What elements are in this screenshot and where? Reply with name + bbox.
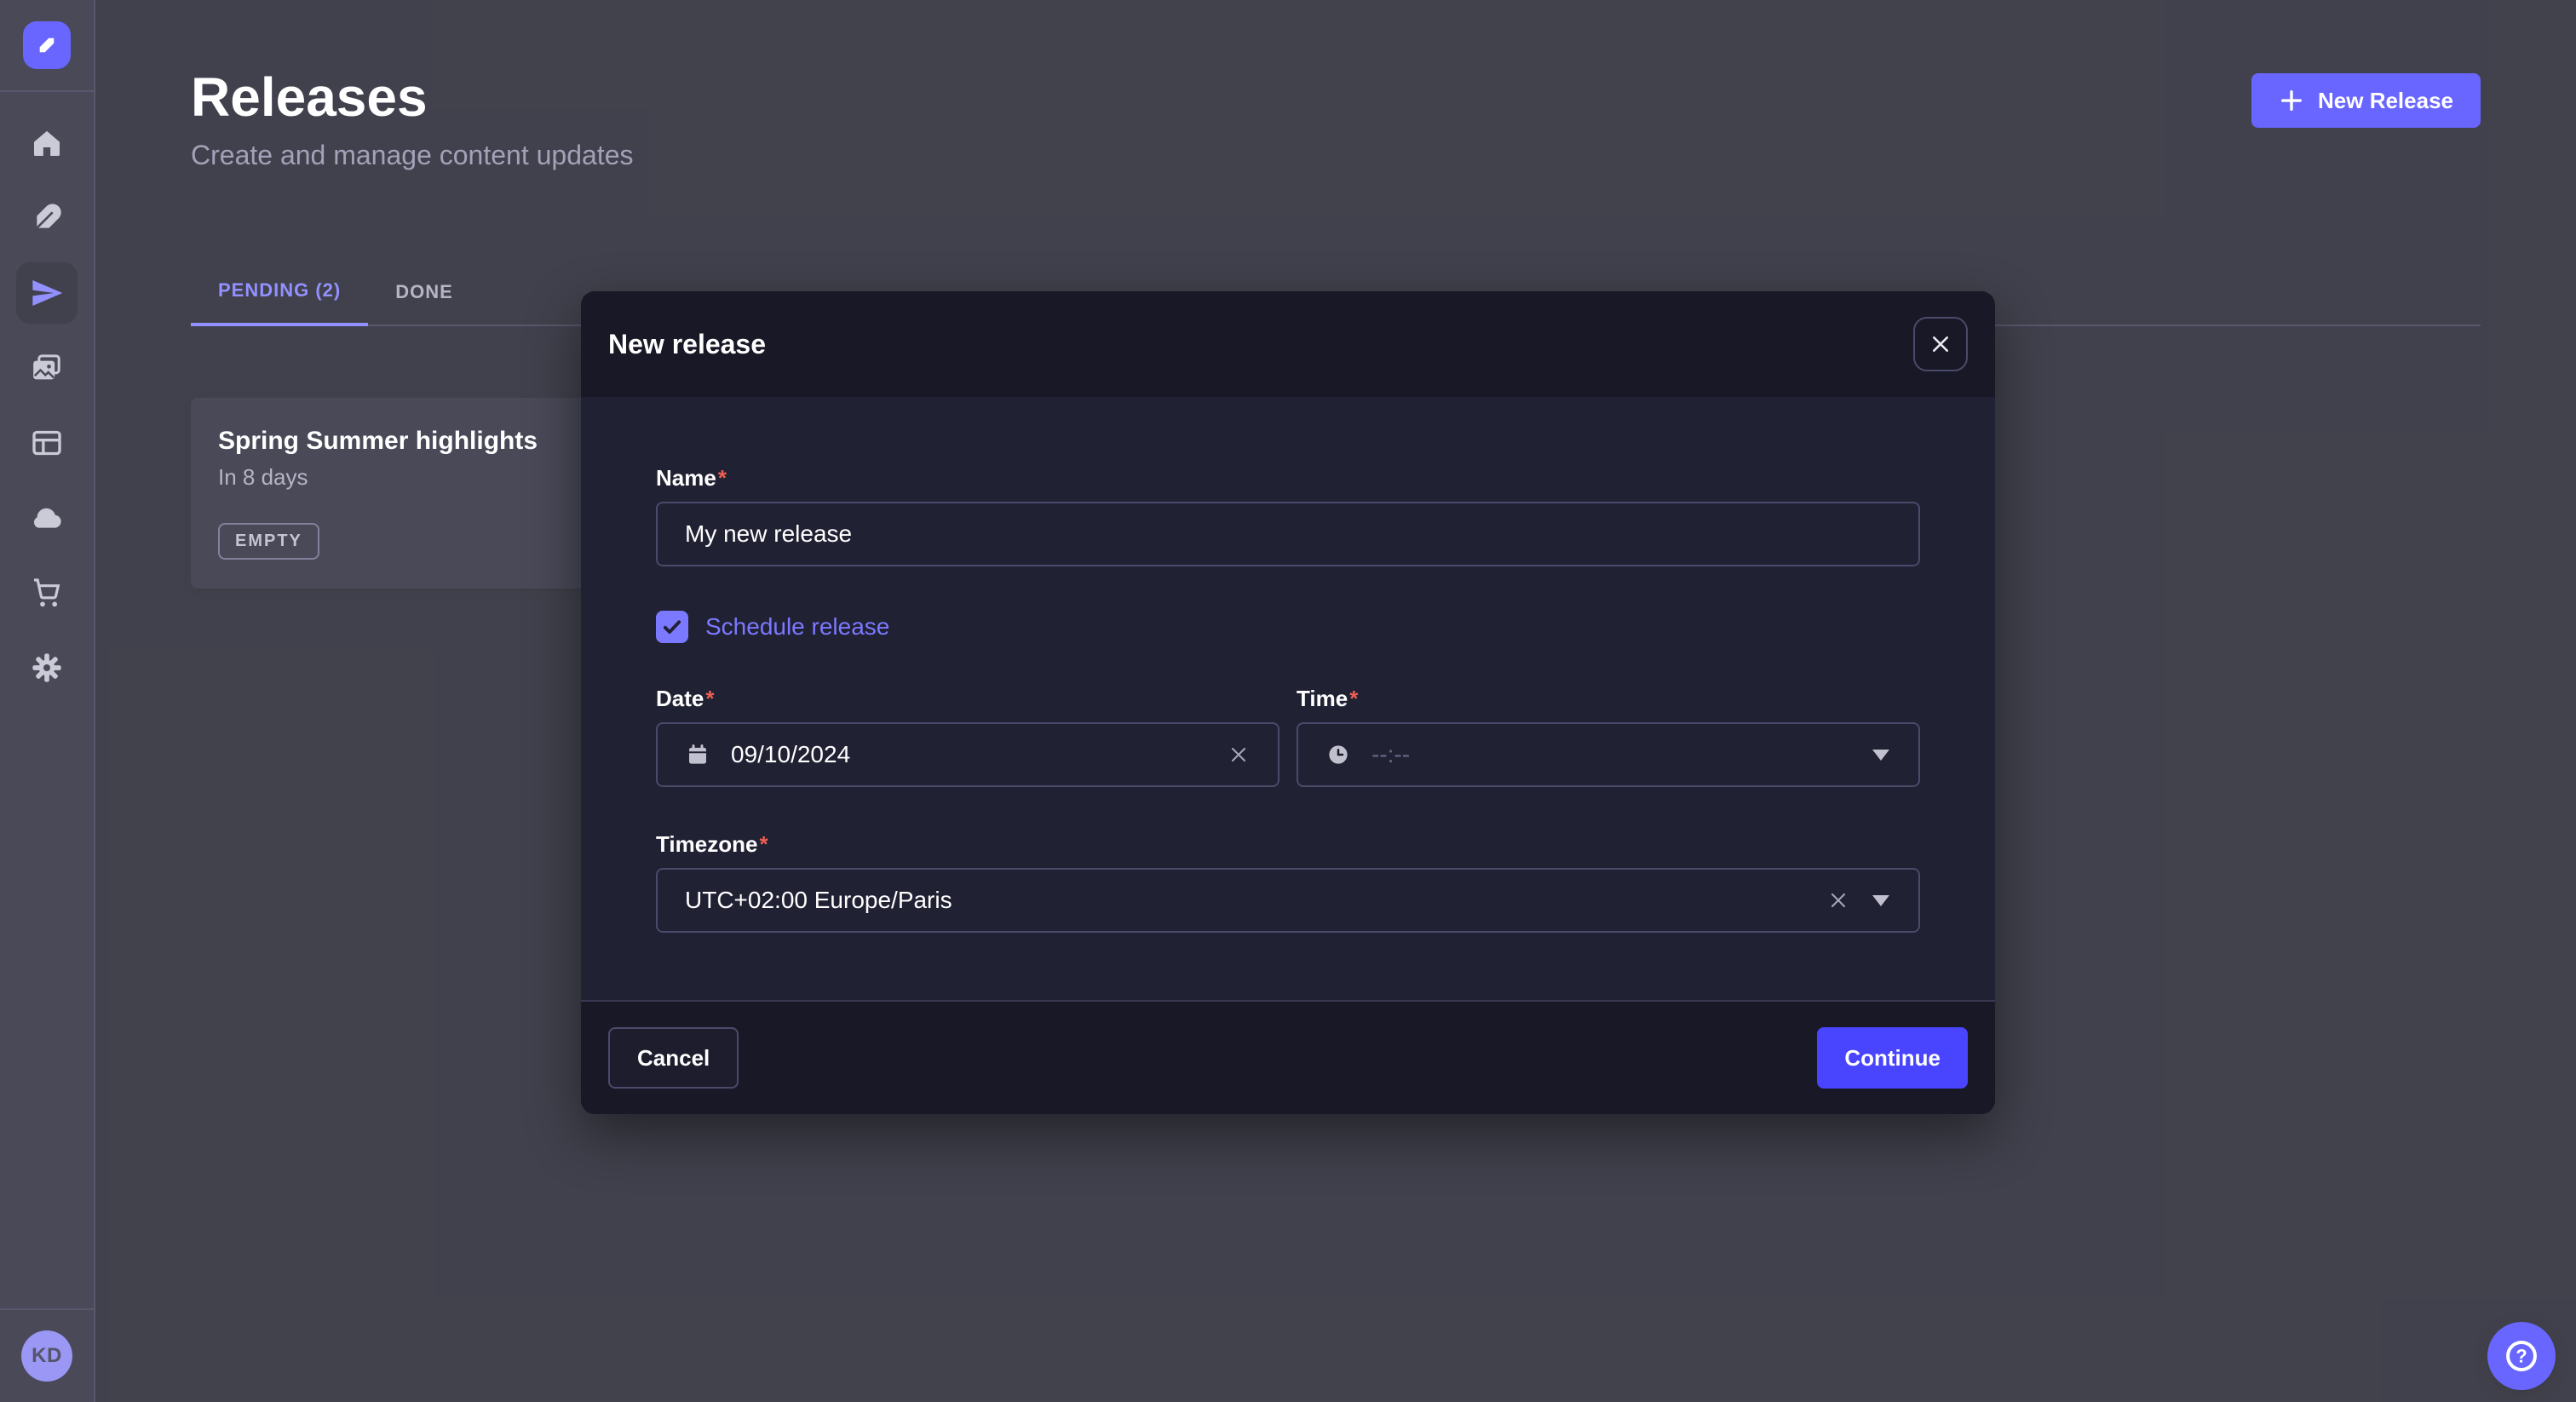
timezone-field-group: Timezone*	[656, 831, 1920, 933]
date-time-row: Date* Time*	[656, 686, 1920, 787]
timezone-label-text: Timezone	[656, 831, 757, 857]
time-field-group: Time*	[1297, 686, 1920, 787]
schedule-release-label: Schedule release	[705, 613, 889, 641]
name-field-label: Name*	[656, 465, 1920, 491]
time-field-label: Time*	[1297, 686, 1920, 712]
required-asterisk: *	[705, 686, 714, 711]
clock-icon	[1325, 742, 1351, 767]
app-window: KD Releases Create and manage content up…	[0, 0, 2576, 1402]
modal-header: New release	[581, 291, 1995, 397]
time-caret-down-icon[interactable]	[1871, 746, 1891, 763]
close-icon	[1929, 332, 1952, 356]
date-label-text: Date	[656, 686, 704, 711]
modal-footer: Cancel Continue	[581, 1000, 1995, 1114]
new-release-modal: New release Name*	[581, 291, 1995, 1114]
modal-close-button[interactable]	[1913, 317, 1968, 371]
schedule-release-row[interactable]: Schedule release	[656, 611, 1920, 643]
schedule-release-checkbox[interactable]	[656, 611, 688, 643]
date-field-label: Date*	[656, 686, 1279, 712]
modal-title: New release	[608, 329, 766, 360]
checkmark-icon	[661, 616, 683, 638]
required-asterisk: *	[759, 831, 768, 857]
name-label-text: Name	[656, 465, 716, 491]
date-input[interactable]	[731, 741, 1206, 768]
timezone-input-box	[656, 868, 1920, 933]
clear-timezone-icon[interactable]	[1826, 888, 1850, 912]
timezone-caret-down-icon[interactable]	[1871, 892, 1891, 909]
clear-date-icon[interactable]	[1227, 743, 1251, 767]
time-input-box	[1297, 722, 1920, 787]
name-field-group: Name*	[656, 465, 1920, 566]
date-input-box	[656, 722, 1279, 787]
time-input[interactable]	[1371, 741, 1850, 768]
name-input-box	[656, 502, 1920, 566]
date-field-group: Date*	[656, 686, 1279, 787]
modal-body: Name* Schedule release Date*	[581, 397, 1995, 1000]
name-input[interactable]	[685, 520, 1891, 548]
time-label-text: Time	[1297, 686, 1348, 711]
cancel-button[interactable]: Cancel	[608, 1027, 739, 1089]
required-asterisk: *	[1349, 686, 1358, 711]
required-asterisk: *	[718, 465, 727, 491]
timezone-field-label: Timezone*	[656, 831, 1920, 858]
continue-button[interactable]: Continue	[1817, 1027, 1968, 1089]
calendar-icon	[685, 742, 710, 767]
timezone-input[interactable]	[685, 887, 1806, 914]
